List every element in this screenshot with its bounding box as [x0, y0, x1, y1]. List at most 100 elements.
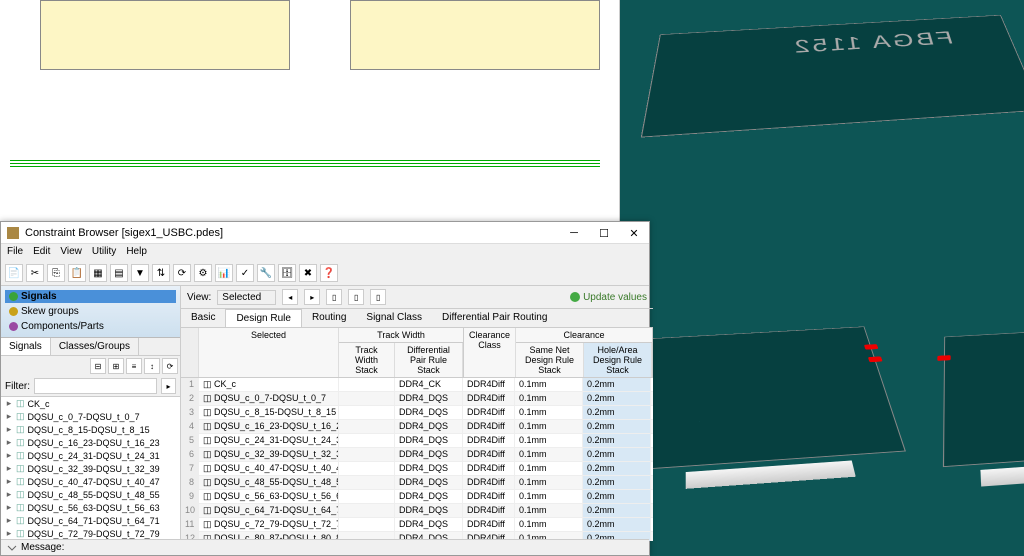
cell-cc[interactable]: DDR4Diff	[463, 490, 515, 503]
cell-samenet[interactable]: 0.1mm	[515, 406, 583, 419]
panel-option-skew-groups[interactable]: Skew groups	[5, 305, 176, 318]
tool-help-icon[interactable]: ❓	[320, 264, 338, 282]
filter-apply-icon[interactable]: ▸	[161, 378, 176, 394]
data-tab-signal-class[interactable]: Signal Class	[356, 309, 432, 327]
tree-item[interactable]: ▸◫DQSU_c_64_71-DQSU_t_64_71	[1, 514, 180, 527]
cell-holearea[interactable]: 0.2mm	[583, 434, 651, 447]
filter-input[interactable]	[34, 378, 157, 394]
cell-tw[interactable]	[339, 448, 395, 461]
cell-tw[interactable]	[339, 434, 395, 447]
view-col3-icon[interactable]: ▯	[370, 289, 386, 305]
view-col2-icon[interactable]: ▯	[348, 289, 364, 305]
panel-option-components-parts[interactable]: Components/Parts	[5, 320, 176, 333]
tool-new-icon[interactable]: 📄	[5, 264, 23, 282]
cell-holearea[interactable]: 0.2mm	[583, 504, 651, 517]
cell-selected[interactable]: ◫ DQSU_c_32_39-DQSU_t_32_39	[199, 448, 339, 461]
grid-row[interactable]: 11◫ DQSU_c_72_79-DQSU_t_72_79DDR4_DQSDDR…	[181, 518, 653, 532]
tool-refresh-icon[interactable]: ⟳	[173, 264, 191, 282]
maximize-button[interactable]: ☐	[589, 222, 619, 244]
3d-viewport[interactable]: FBGA 1152	[620, 0, 1024, 556]
tree-filter-icon[interactable]: ≡	[126, 358, 142, 374]
cell-dp[interactable]: DDR4_DQS	[395, 518, 463, 531]
view-next-icon[interactable]: ▸	[304, 289, 320, 305]
cell-samenet[interactable]: 0.1mm	[515, 490, 583, 503]
expand-icon[interactable]: ▸	[5, 450, 13, 461]
tree-sort-icon[interactable]: ↕	[144, 358, 160, 374]
tool-wrench-icon[interactable]: 🔧	[257, 264, 275, 282]
tab-signals[interactable]: Signals	[1, 338, 51, 355]
tool-chart-icon[interactable]: 📊	[215, 264, 233, 282]
grid-row[interactable]: 5◫ DQSU_c_24_31-DQSU_t_24_31DDR4_DQSDDR4…	[181, 434, 653, 448]
tool-sort-icon[interactable]: ⇅	[152, 264, 170, 282]
cell-selected[interactable]: ◫ DQSU_c_72_79-DQSU_t_72_79	[199, 518, 339, 531]
expand-icon[interactable]: ▸	[5, 502, 13, 513]
update-values-button[interactable]: Update values	[570, 292, 647, 303]
cell-dp[interactable]: DDR4_DQS	[395, 420, 463, 433]
cell-selected[interactable]: ◫ DQSU_c_48_55-DQSU_t_48_55	[199, 476, 339, 489]
grid-row[interactable]: 9◫ DQSU_c_56_63-DQSU_t_56_63DDR4_DQSDDR4…	[181, 490, 653, 504]
cell-selected[interactable]: ◫ CK_c	[199, 378, 339, 391]
constraint-grid[interactable]: Selected Track Width Track Width Stack D…	[181, 328, 653, 541]
tree-item[interactable]: ▸◫CK_c	[1, 397, 180, 410]
tool-table-icon[interactable]: ▦	[89, 264, 107, 282]
cell-cc[interactable]: DDR4Diff	[463, 448, 515, 461]
cell-cc[interactable]: DDR4Diff	[463, 378, 515, 391]
cell-tw[interactable]	[339, 378, 395, 391]
cell-tw[interactable]	[339, 518, 395, 531]
grid-row[interactable]: 3◫ DQSU_c_8_15-DQSU_t_8_15DDR4_DQSDDR4Di…	[181, 406, 653, 420]
cell-samenet[interactable]: 0.1mm	[515, 392, 583, 405]
cell-holearea[interactable]: 0.2mm	[583, 518, 651, 531]
menu-file[interactable]: File	[7, 246, 23, 260]
grid-row[interactable]: 8◫ DQSU_c_48_55-DQSU_t_48_55DDR4_DQSDDR4…	[181, 476, 653, 490]
cell-dp[interactable]: DDR4_CK	[395, 378, 463, 391]
tree-item[interactable]: ▸◫DQSU_c_16_23-DQSU_t_16_23	[1, 436, 180, 449]
cell-samenet[interactable]: 0.1mm	[515, 378, 583, 391]
cell-tw[interactable]	[339, 462, 395, 475]
cell-dp[interactable]: DDR4_DQS	[395, 504, 463, 517]
tool-cut-icon[interactable]: ✂	[26, 264, 44, 282]
view-prev-icon[interactable]: ◂	[282, 289, 298, 305]
grid-row[interactable]: 2◫ DQSU_c_0_7-DQSU_t_0_7DDR4_DQSDDR4Diff…	[181, 392, 653, 406]
tree-item[interactable]: ▸◫DQSU_c_24_31-DQSU_t_24_31	[1, 449, 180, 462]
cell-cc[interactable]: DDR4Diff	[463, 476, 515, 489]
expand-icon[interactable]: ▸	[5, 398, 13, 409]
panel-option-signals[interactable]: Signals	[5, 290, 176, 303]
data-tab-design-rule[interactable]: Design Rule	[225, 309, 301, 327]
tree-item[interactable]: ▸◫DQSU_c_0_7-DQSU_t_0_7	[1, 410, 180, 423]
grid-row[interactable]: 1◫ CK_cDDR4_CKDDR4Diff0.1mm0.2mm	[181, 378, 653, 392]
cell-cc[interactable]: DDR4Diff	[463, 462, 515, 475]
tree-collapse-icon[interactable]: ⊟	[90, 358, 106, 374]
col-same-net[interactable]: Same Net Design Rule Stack	[516, 343, 584, 377]
menu-help[interactable]: Help	[126, 246, 147, 260]
cell-selected[interactable]: ◫ DQSU_c_24_31-DQSU_t_24_31	[199, 434, 339, 447]
cell-dp[interactable]: DDR4_DQS	[395, 476, 463, 489]
menu-view[interactable]: View	[60, 246, 82, 260]
cell-samenet[interactable]: 0.1mm	[515, 518, 583, 531]
cell-tw[interactable]	[339, 504, 395, 517]
tool-gear-icon[interactable]: ⚙	[194, 264, 212, 282]
tool-table2-icon[interactable]: ▤	[110, 264, 128, 282]
data-tab-differential-pair-routing[interactable]: Differential Pair Routing	[432, 309, 557, 327]
grid-row[interactable]: 10◫ DQSU_c_64_71-DQSU_t_64_71DDR4_DQSDDR…	[181, 504, 653, 518]
cell-selected[interactable]: ◫ DQSU_c_8_15-DQSU_t_8_15	[199, 406, 339, 419]
tree-expand-icon[interactable]: ⊞	[108, 358, 124, 374]
grid-row[interactable]: 7◫ DQSU_c_40_47-DQSU_t_40_47DDR4_DQSDDR4…	[181, 462, 653, 476]
expand-icon[interactable]: ▸	[5, 424, 13, 435]
view-dropdown[interactable]: Selected	[217, 290, 276, 305]
menu-edit[interactable]: Edit	[33, 246, 50, 260]
cell-cc[interactable]: DDR4Diff	[463, 420, 515, 433]
cell-cc[interactable]: DDR4Diff	[463, 518, 515, 531]
tool-paste-icon[interactable]: 📋	[68, 264, 86, 282]
tree-item[interactable]: ▸◫DQSU_c_48_55-DQSU_t_48_55	[1, 488, 180, 501]
cell-holearea[interactable]: 0.2mm	[583, 392, 651, 405]
close-button[interactable]: ✕	[619, 222, 649, 244]
cell-dp[interactable]: DDR4_DQS	[395, 406, 463, 419]
cell-samenet[interactable]: 0.1mm	[515, 434, 583, 447]
grid-row[interactable]: 6◫ DQSU_c_32_39-DQSU_t_32_39DDR4_DQSDDR4…	[181, 448, 653, 462]
expand-icon[interactable]: ▸	[5, 437, 13, 448]
minimize-button[interactable]: ─	[559, 222, 589, 244]
cell-cc[interactable]: DDR4Diff	[463, 406, 515, 419]
tool-check-icon[interactable]: ✓	[236, 264, 254, 282]
expand-icon[interactable]: ▸	[5, 463, 13, 474]
cell-holearea[interactable]: 0.2mm	[583, 420, 651, 433]
